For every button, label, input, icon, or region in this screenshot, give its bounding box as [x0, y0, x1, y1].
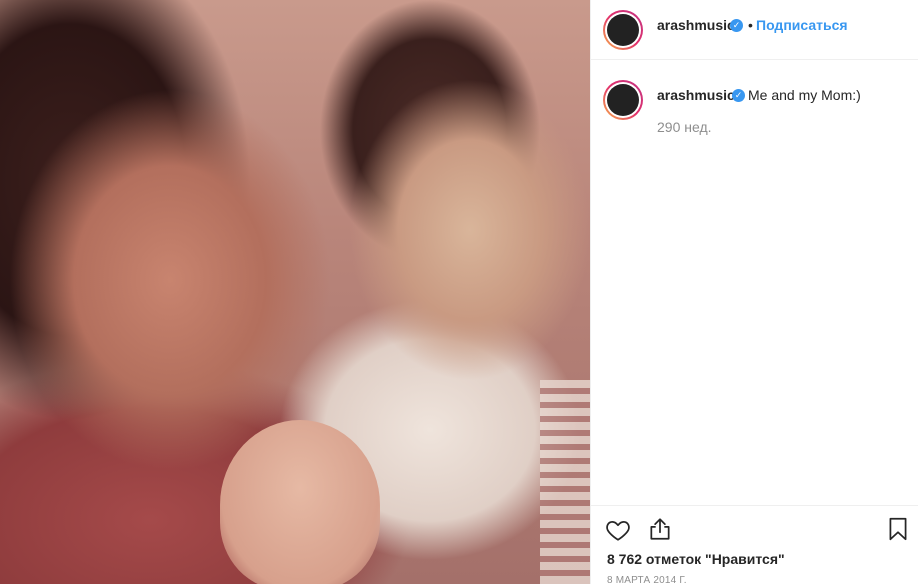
likes-count[interactable]: 8 762 отметок "Нравится" — [607, 551, 785, 567]
author-avatar[interactable] — [603, 10, 643, 50]
verified-badge-icon: ✓ — [730, 19, 743, 32]
post-actions: 8 762 отметок "Нравится" 8 марта 2014 г. — [591, 505, 918, 584]
caption-author-username[interactable]: arashmusic — [657, 87, 735, 103]
caption-author-avatar[interactable] — [603, 80, 643, 120]
follow-button[interactable]: Подписаться — [756, 17, 848, 33]
avatar-ring-inner — [605, 82, 641, 118]
share-icon[interactable] — [647, 516, 673, 542]
post-header: arashmusic ✓ • Подписаться — [591, 0, 918, 60]
bookmark-icon[interactable] — [885, 516, 911, 542]
post-photo[interactable] — [0, 0, 590, 584]
avatar-image — [607, 84, 639, 116]
verified-badge-icon: ✓ — [732, 89, 745, 102]
separator-dot: • — [748, 17, 753, 33]
photo-striped-fabric — [540, 380, 590, 584]
author-username[interactable]: arashmusic — [657, 17, 735, 33]
post-date[interactable]: 8 марта 2014 г. — [607, 575, 687, 584]
avatar-image — [607, 14, 639, 46]
caption-time-ago[interactable]: 290 нед. — [657, 119, 712, 135]
post-side-panel: arashmusic ✓ • Подписаться arashmusic ✓ … — [590, 0, 918, 584]
heart-icon[interactable] — [605, 517, 631, 543]
avatar-ring-inner — [605, 12, 641, 48]
caption-text: Me and my Mom:) — [748, 87, 861, 103]
photo-hand-shape — [220, 420, 380, 584]
